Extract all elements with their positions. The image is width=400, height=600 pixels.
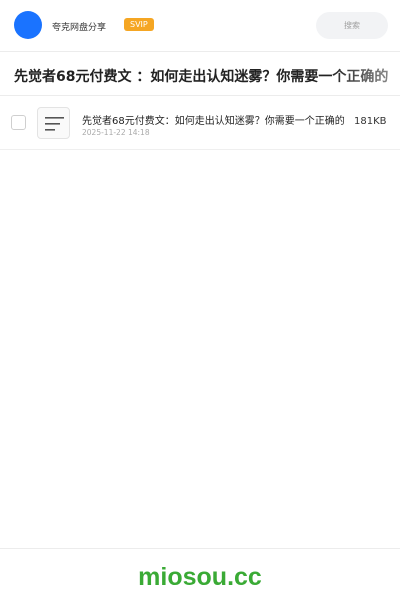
svip-badge: SVIP	[124, 18, 154, 31]
file-checkbox[interactable]	[11, 115, 26, 130]
app-name: 夸克网盘分享	[52, 23, 107, 33]
title-bar: 先觉者68元付费文 ：如何走出认知迷雾？你需要一个正确的	[0, 52, 400, 96]
file-name[interactable]: 先觉者68元付费文：如何走出认知迷雾？你需要一个正确的	[82, 112, 354, 127]
footer-brand-logo[interactable]: miosou.cc	[0, 563, 400, 592]
title-fade	[330, 52, 400, 95]
file-date: 2025-11-22 14:18	[82, 128, 150, 137]
file-row[interactable]: 先觉者68元付费文：如何走出认知迷雾？你需要一个正确的 2025-11-22 1…	[0, 97, 400, 150]
file-size: 181KB	[354, 116, 387, 127]
avatar[interactable]	[14, 11, 42, 39]
footer: miosou.cc	[0, 548, 400, 600]
page: 夸克网盘分享 SVIP 搜索 先觉者68元付费文 ：如何走出认知迷雾？你需要一个…	[0, 0, 400, 600]
search-input[interactable]: 搜索	[316, 12, 388, 39]
header: 夸克网盘分享 SVIP 搜索	[0, 0, 400, 52]
document-icon	[37, 107, 70, 139]
